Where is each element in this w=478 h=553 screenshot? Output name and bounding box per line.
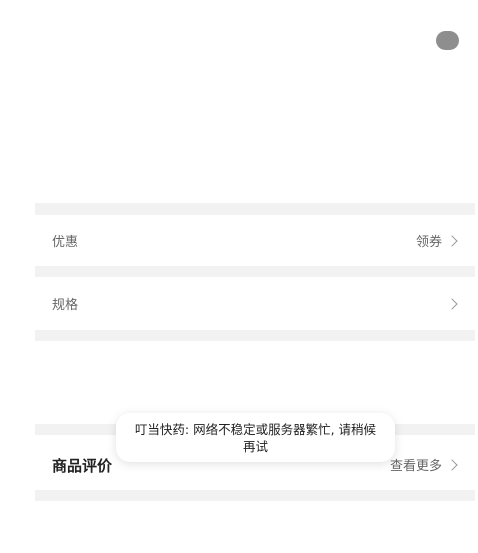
section-divider [35, 330, 475, 341]
error-toast: 叮当快药: 网络不稳定或服务器繁忙, 请稍候再试 [116, 413, 395, 462]
spec-label: 规格 [52, 298, 79, 313]
get-coupon-link[interactable]: 领券 [416, 231, 459, 250]
chevron-right-icon [446, 234, 458, 247]
section-divider [35, 266, 475, 277]
view-more-label: 查看更多 [389, 459, 442, 474]
spec-chevron[interactable] [446, 297, 459, 310]
view-more-link[interactable]: 查看更多 [390, 455, 459, 474]
chevron-right-icon [446, 297, 458, 310]
product-review-title: 商品评价 [52, 457, 113, 475]
section-divider [35, 203, 475, 215]
spec-row[interactable]: 规格 [35, 277, 475, 330]
coupon-row[interactable]: 优惠 领券 [35, 215, 475, 266]
get-coupon-label: 领券 [415, 235, 442, 250]
coupon-label: 优惠 [52, 235, 79, 250]
chevron-right-icon [446, 458, 458, 471]
section-divider [35, 490, 475, 501]
menu-dot-button[interactable] [436, 31, 459, 50]
toast-message: 叮当快药: 网络不稳定或服务器繁忙, 请稍候再试 [134, 421, 377, 454]
